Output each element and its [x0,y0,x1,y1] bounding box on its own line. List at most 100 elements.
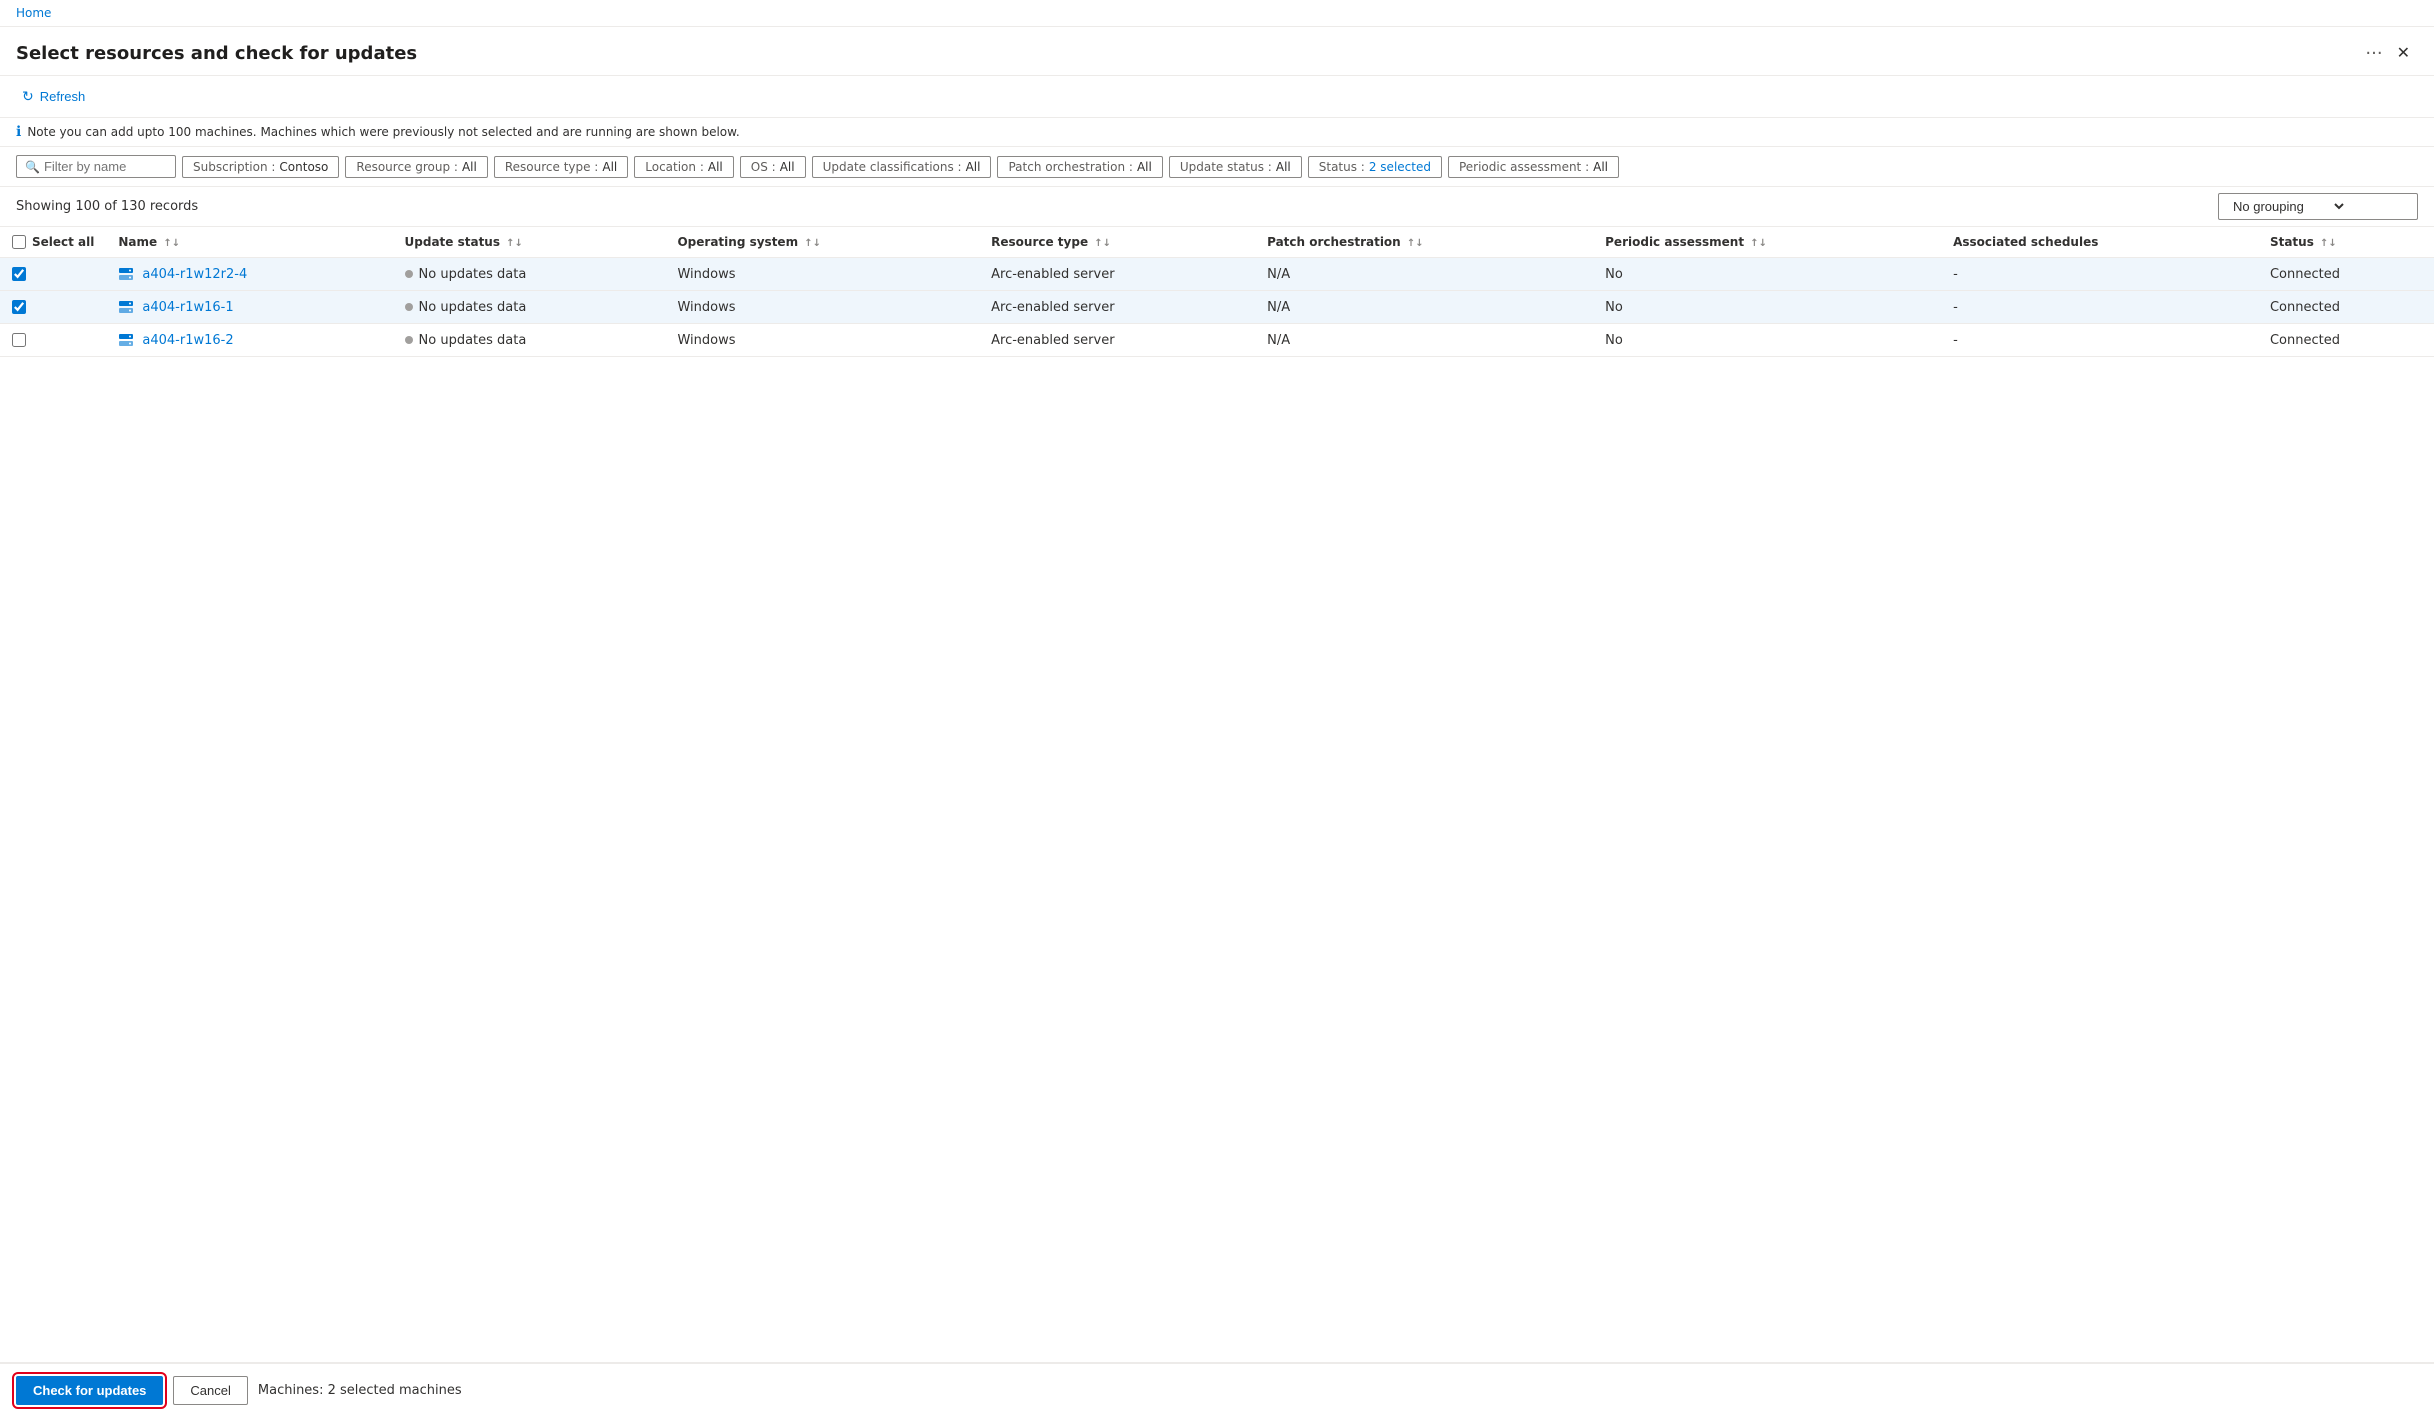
row-checkbox-2 [0,324,106,357]
sort-icon-status: ↑↓ [2320,238,2337,249]
col-header-associated-schedules: Associated schedules [1941,227,2258,258]
row-resource-type-0: Arc-enabled server [979,258,1255,291]
row-checkbox-input-1[interactable] [12,300,26,314]
select-all-label[interactable]: Select all [32,235,94,249]
filter-pill-label-location: Location : [645,160,704,174]
check-for-updates-button[interactable]: Check for updates [16,1376,163,1405]
row-associated-schedules-1: - [1941,291,2258,324]
filter-pill-label-resource-type: Resource type : [505,160,599,174]
row-periodic-assessment-0: No [1593,258,1941,291]
search-icon: 🔍 [25,160,40,174]
grouping-select-input[interactable]: No groupingBy resource typeBy locationBy… [2229,198,2347,215]
row-name-link-2[interactable]: a404-r1w16-2 [142,333,233,348]
row-name-link-1[interactable]: a404-r1w16-1 [142,300,233,315]
filter-pill-value-update-classifications: All [966,160,981,174]
col-header-periodic-assessment[interactable]: Periodic assessment ↑↓ [1593,227,1941,258]
col-header-resource-type[interactable]: Resource type ↑↓ [979,227,1255,258]
dialog-container: Home Select resources and check for upda… [0,0,2434,1417]
table-body: a404-r1w12r2-4No updates dataWindowsArc-… [0,258,2434,357]
row-checkbox-0 [0,258,106,291]
sort-icon-periodic: ↑↓ [1750,238,1767,249]
info-message: Note you can add upto 100 machines. Mach… [27,125,739,139]
filter-pill-label-subscription: Subscription : [193,160,275,174]
select-all-checkbox[interactable] [12,235,26,249]
refresh-label: Refresh [40,89,86,104]
filter-pill-status[interactable]: Status : 2 selected [1308,156,1442,178]
row-name-cell-2: a404-r1w16-2 [106,324,392,357]
filter-pill-label-periodic-assessment: Periodic assessment : [1459,160,1589,174]
info-icon: ℹ [16,124,21,140]
col-header-update-status[interactable]: Update status ↑↓ [393,227,666,258]
col-header-name[interactable]: Name ↑↓ [106,227,392,258]
row-update-status-1: No updates data [393,291,666,324]
dialog-header: Select resources and check for updates ·… [0,27,2434,76]
row-update-status-2: No updates data [393,324,666,357]
filter-pill-update-status[interactable]: Update status : All [1169,156,1302,178]
filter-pill-patch-orchestration[interactable]: Patch orchestration : All [997,156,1162,178]
search-box[interactable]: 🔍 [16,155,176,178]
breadcrumb[interactable]: Home [0,0,2434,27]
filter-pill-value-periodic-assessment: All [1593,160,1608,174]
menu-dots-icon[interactable]: ··· [2359,41,2388,66]
table-wrapper: Select all Name ↑↓ Update status ↑↓ Oper… [0,227,2434,1362]
table-row: a404-r1w16-2 No updates dataWindowsArc-en… [0,324,2434,357]
filter-pill-os[interactable]: OS : All [740,156,806,178]
col-header-status[interactable]: Status ↑↓ [2258,227,2434,258]
sort-icon-os: ↑↓ [804,238,821,249]
table-row: a404-r1w12r2-4No updates dataWindowsArc-… [0,258,2434,291]
footer-bar: Check for updates Cancel Machines: 2 sel… [0,1362,2434,1417]
footer-machines-info: Machines: 2 selected machines [258,1383,462,1398]
filter-pill-periodic-assessment[interactable]: Periodic assessment : All [1448,156,1619,178]
grouping-dropdown[interactable]: No groupingBy resource typeBy locationBy… [2218,193,2418,220]
row-status-0: Connected [2258,258,2434,291]
row-os-2: Windows [665,324,979,357]
filter-pill-value-subscription: Contoso [279,160,328,174]
filter-pill-value-os: All [780,160,795,174]
filter-pill-value-update-status: All [1276,160,1291,174]
table-row: a404-r1w16-1 No updates dataWindowsArc-en… [0,291,2434,324]
sort-icon-name: ↑↓ [163,238,180,249]
row-resource-type-2: Arc-enabled server [979,324,1255,357]
home-link[interactable]: Home [16,6,51,20]
resources-table: Select all Name ↑↓ Update status ↑↓ Oper… [0,227,2434,357]
sort-icon-resource-type: ↑↓ [1094,238,1111,249]
row-name-cell-1: a404-r1w16-1 [106,291,392,324]
refresh-button[interactable]: ↻ Refresh [16,84,91,109]
row-status-2: Connected [2258,324,2434,357]
select-all-header: Select all [0,227,106,258]
filter-row: 🔍 Subscription : Contoso Resource group :… [0,147,2434,187]
status-dot-grey [405,303,413,311]
filter-pill-resource-group[interactable]: Resource group : All [345,156,487,178]
refresh-icon: ↻ [22,88,34,105]
status-dot-grey [405,336,413,344]
col-header-patch-orchestration[interactable]: Patch orchestration ↑↓ [1255,227,1593,258]
info-bar: ℹ Note you can add upto 100 machines. Ma… [0,118,2434,147]
row-associated-schedules-0: - [1941,258,2258,291]
search-input[interactable] [44,159,164,174]
server-icon [118,332,134,348]
filter-pill-resource-type[interactable]: Resource type : All [494,156,628,178]
filter-pill-location[interactable]: Location : All [634,156,734,178]
filter-pill-label-update-classifications: Update classifications : [823,160,962,174]
row-associated-schedules-2: - [1941,324,2258,357]
row-checkbox-input-0[interactable] [12,267,26,281]
col-header-os[interactable]: Operating system ↑↓ [665,227,979,258]
filter-pill-label-os: OS : [751,160,776,174]
cancel-button[interactable]: Cancel [173,1376,247,1405]
filter-pill-value-resource-group: All [462,160,477,174]
row-status-1: Connected [2258,291,2434,324]
row-name-link-0[interactable]: a404-r1w12r2-4 [142,267,247,282]
row-periodic-assessment-2: No [1593,324,1941,357]
row-resource-type-1: Arc-enabled server [979,291,1255,324]
filter-pills-container: Subscription : Contoso Resource group : A… [182,156,1619,178]
filter-pill-subscription[interactable]: Subscription : Contoso [182,156,339,178]
records-count: Showing 100 of 130 records [16,199,198,214]
row-checkbox-input-2[interactable] [12,333,26,347]
close-button[interactable]: ✕ [2389,39,2418,67]
toolbar-row: ↻ Refresh [0,76,2434,118]
records-grouping-row: Showing 100 of 130 records No groupingBy… [0,187,2434,227]
row-os-0: Windows [665,258,979,291]
dialog-title: Select resources and check for updates [16,43,2351,64]
row-os-1: Windows [665,291,979,324]
filter-pill-update-classifications[interactable]: Update classifications : All [812,156,992,178]
